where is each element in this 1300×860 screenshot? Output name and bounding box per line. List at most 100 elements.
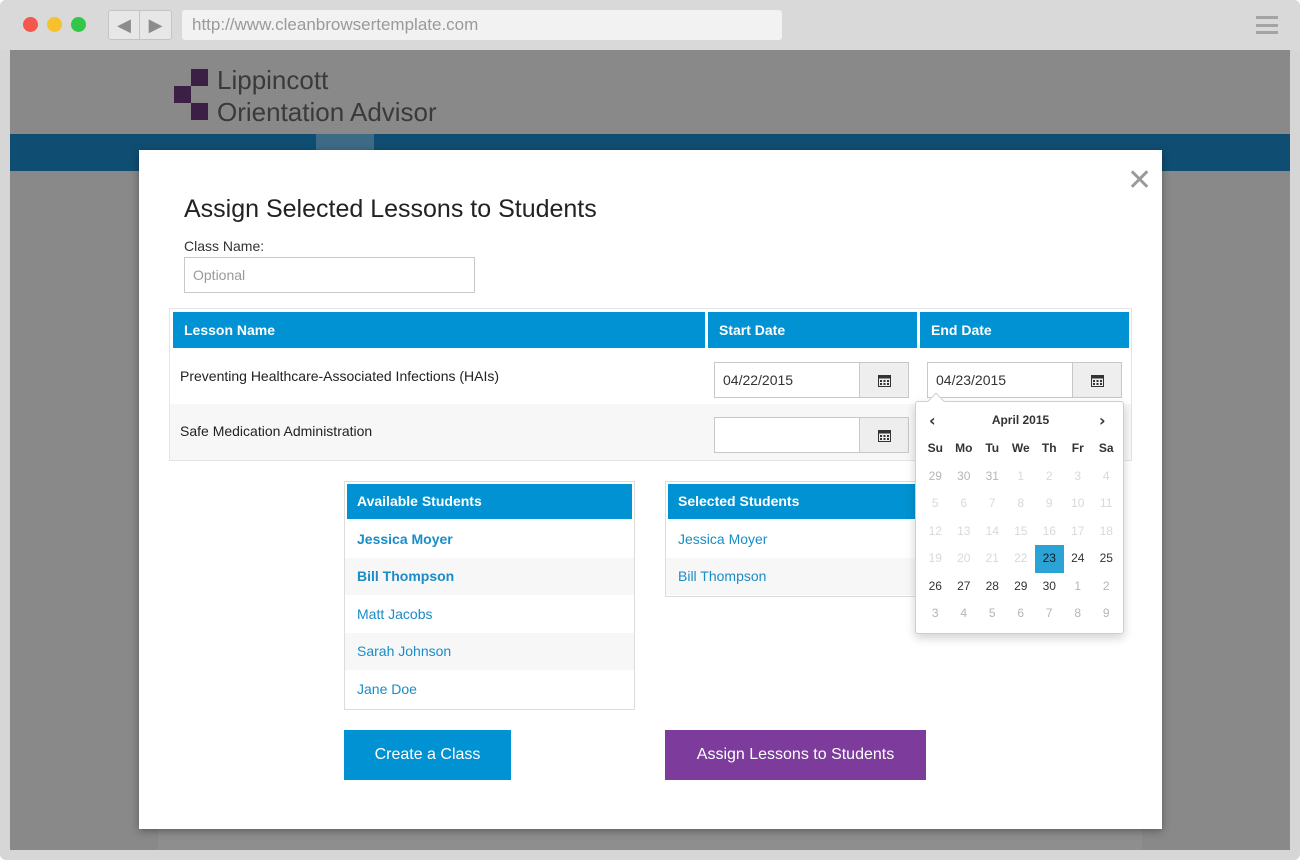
list-item[interactable]: Bill Thompson — [666, 558, 926, 595]
header-start-date: Start Date — [708, 312, 917, 348]
browser-toolbar: ◀ ▶ http://www.cleanbrowsertemplate.com — [0, 0, 1300, 50]
history-buttons: ◀ ▶ — [108, 10, 172, 40]
assign-lessons-button[interactable]: Assign Lessons to Students — [665, 730, 926, 780]
datepicker-day[interactable]: 2 — [1092, 573, 1121, 601]
datepicker-day[interactable]: 24 — [1064, 545, 1093, 573]
available-students-header: Available Students — [347, 484, 632, 519]
selected-students-header: Selected Students — [668, 484, 924, 519]
start-date-input[interactable] — [714, 417, 859, 453]
datepicker-day[interactable]: 3 — [1064, 463, 1093, 491]
datepicker-day[interactable]: 14 — [978, 518, 1007, 546]
datepicker-day[interactable]: 6 — [950, 490, 979, 518]
datepicker-day[interactable]: 1 — [1064, 573, 1093, 601]
end-date-picker: 04/23/2015 — [927, 362, 1122, 398]
brand-line-2: Orientation Advisor — [217, 97, 437, 127]
datepicker-day[interactable]: 6 — [1007, 600, 1036, 628]
datepicker-day[interactable]: 21 — [978, 545, 1007, 573]
calendar-icon[interactable] — [859, 362, 909, 398]
datepicker-day[interactable]: 3 — [921, 600, 950, 628]
close-window-button[interactable] — [23, 17, 38, 32]
datepicker-day[interactable]: 27 — [950, 573, 979, 601]
datepicker-day[interactable]: 22 — [1007, 545, 1036, 573]
datepicker-day[interactable]: 7 — [1035, 600, 1064, 628]
header-end-date: End Date — [920, 312, 1129, 348]
list-item[interactable]: Jessica Moyer — [666, 521, 926, 558]
datepicker-day[interactable]: 16 — [1035, 518, 1064, 546]
datepicker-day[interactable]: 30 — [950, 463, 979, 491]
datepicker-day[interactable]: 31 — [978, 463, 1007, 491]
datepicker-day[interactable]: 17 — [1064, 518, 1093, 546]
available-students-list: Available Students Jessica Moyer Bill Th… — [344, 481, 635, 710]
datepicker-day[interactable]: 12 — [921, 518, 950, 546]
datepicker-day[interactable]: 1 — [1007, 463, 1036, 491]
end-date-input[interactable]: 04/23/2015 — [927, 362, 1072, 398]
create-class-button[interactable]: Create a Class — [344, 730, 511, 780]
datepicker-day[interactable]: 18 — [1092, 518, 1121, 546]
chevron-left-icon[interactable]: ‹ — [929, 411, 936, 430]
datepicker-grid: Su Mo Tu We Th Fr Sa 29 30 31 1 2 3 4 5 6 7 8 9 10 11 12 13 14 1… — [921, 435, 1121, 628]
class-name-label: Class Name: — [184, 238, 265, 254]
menu-icon[interactable] — [1256, 16, 1278, 34]
datepicker-month[interactable]: April 2015 — [916, 413, 1125, 427]
brand-line-1: Lippincott — [217, 65, 329, 95]
start-date-picker: 04/22/2015 — [714, 362, 909, 398]
list-item[interactable]: Jessica Moyer — [345, 521, 634, 558]
start-date-input[interactable]: 04/22/2015 — [714, 362, 859, 398]
datepicker-day[interactable]: 9 — [1092, 600, 1121, 628]
close-icon[interactable]: ✕ — [1127, 166, 1152, 196]
list-item[interactable]: Sarah Johnson — [345, 633, 634, 670]
datepicker-day[interactable]: 26 — [921, 573, 950, 601]
start-date-picker — [714, 417, 909, 453]
datepicker-day[interactable]: 4 — [1092, 463, 1121, 491]
datepicker-day[interactable]: 10 — [1064, 490, 1093, 518]
datepicker-day[interactable]: 20 — [950, 545, 979, 573]
chevron-right-icon[interactable]: › — [1099, 411, 1106, 430]
datepicker-day[interactable]: 13 — [950, 518, 979, 546]
datepicker-day[interactable]: 29 — [921, 463, 950, 491]
browser-window: ◀ ▶ http://www.cleanbrowsertemplate.com … — [0, 0, 1300, 860]
calendar-icon[interactable] — [859, 417, 909, 453]
list-item[interactable]: Matt Jacobs — [345, 596, 634, 633]
datepicker-day[interactable]: 9 — [1035, 490, 1064, 518]
lesson-name: Preventing Healthcare-Associated Infecti… — [180, 368, 500, 384]
datepicker-day[interactable]: 4 — [950, 600, 979, 628]
address-bar[interactable]: http://www.cleanbrowsertemplate.com — [182, 10, 782, 40]
assign-lessons-modal: ✕ Assign Selected Lessons to Students Cl… — [139, 150, 1162, 829]
selected-students-list: Selected Students Jessica Moyer Bill Tho… — [665, 481, 927, 597]
modal-title: Assign Selected Lessons to Students — [184, 195, 597, 223]
datepicker-weekday: Sa — [1098, 441, 1114, 455]
datepicker-popup: April 2015 ‹ › Su Mo Tu We Th Fr Sa 29 30 31 1 2 3 4 5… — [915, 392, 1125, 634]
brand-name: Lippincott Orientation Advisor — [217, 64, 437, 128]
datepicker-weekday: Su — [927, 441, 943, 455]
datepicker-day[interactable]: 8 — [1007, 490, 1036, 518]
table-row: Preventing Healthcare-Associated Infecti… — [170, 348, 1131, 404]
datepicker-weekday: Mo — [955, 441, 973, 455]
datepicker-weekday: We — [1011, 441, 1030, 455]
datepicker-day[interactable]: 30 — [1035, 573, 1064, 601]
datepicker-day[interactable]: 5 — [978, 600, 1007, 628]
datepicker-day[interactable]: 11 — [1092, 490, 1121, 518]
datepicker-day[interactable]: 28 — [978, 573, 1007, 601]
back-arrow-icon[interactable]: ◀ — [109, 11, 141, 39]
datepicker-day[interactable]: 7 — [978, 490, 1007, 518]
datepicker-day[interactable]: 2 — [1035, 463, 1064, 491]
minimize-window-button[interactable] — [47, 17, 62, 32]
datepicker-day[interactable]: 25 — [1092, 545, 1121, 573]
datepicker-weekday: Tu — [985, 441, 1000, 455]
datepicker-day[interactable]: 23 — [1035, 545, 1064, 573]
datepicker-day[interactable]: 19 — [921, 545, 950, 573]
list-item[interactable]: Jane Doe — [345, 671, 634, 708]
datepicker-weekday: Th — [1041, 441, 1057, 455]
datepicker-day[interactable]: 15 — [1007, 518, 1036, 546]
lesson-name: Safe Medication Administration — [180, 423, 373, 439]
datepicker-day[interactable]: 5 — [921, 490, 950, 518]
class-name-input[interactable] — [184, 257, 475, 293]
header-lesson-name: Lesson Name — [173, 312, 705, 348]
calendar-icon[interactable] — [1072, 362, 1122, 398]
forward-arrow-icon[interactable]: ▶ — [140, 11, 171, 39]
list-item[interactable]: Bill Thompson — [345, 558, 634, 595]
maximize-window-button[interactable] — [71, 17, 86, 32]
logo-icon — [172, 67, 212, 123]
datepicker-day[interactable]: 29 — [1007, 573, 1036, 601]
datepicker-day[interactable]: 8 — [1064, 600, 1093, 628]
